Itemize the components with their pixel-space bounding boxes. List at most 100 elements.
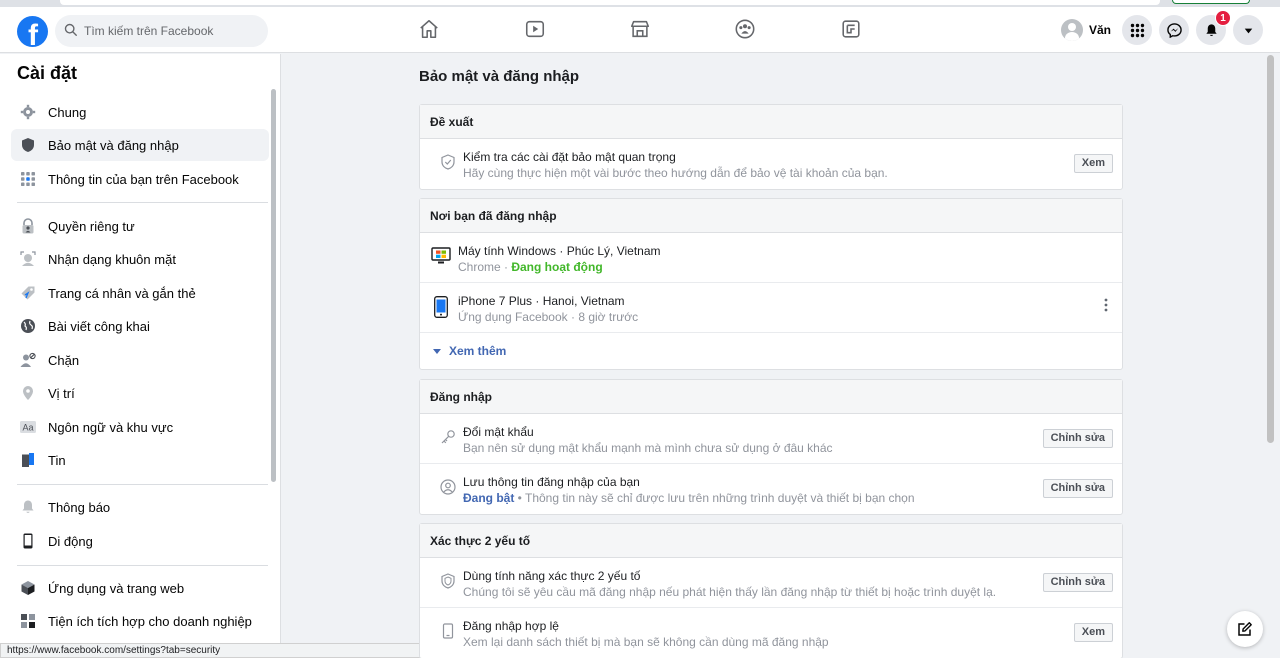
- login-card: Đăng nhập Đổi mật khẩu Bạn nên sử dụng m…: [419, 379, 1123, 515]
- sidebar-item-notifications[interactable]: Thông báo: [11, 491, 269, 523]
- sidebar-item-location[interactable]: Vị trí: [11, 377, 269, 409]
- card-header: Đề xuất: [420, 105, 1122, 139]
- sidebar-item-general[interactable]: Chung: [11, 96, 269, 128]
- browser-action-button[interactable]: [1172, 0, 1250, 4]
- browser-chrome-strip: [0, 0, 1280, 7]
- groups-icon[interactable]: [734, 18, 756, 40]
- page-scrollbar[interactable]: [1267, 55, 1274, 443]
- two-factor-card: Xác thực 2 yếu tố Dùng tính năng xác thự…: [419, 523, 1123, 658]
- facebook-logo[interactable]: f: [17, 16, 48, 47]
- sidebar-item-label: Trang cá nhân và gắn thẻ: [48, 285, 196, 301]
- device-title: iPhone 7 Plus · Hanoi, Vietnam: [458, 294, 625, 308]
- windows-desktop-icon: [431, 246, 451, 266]
- iphone-icon: [434, 296, 448, 318]
- language-aa-icon: Aa: [20, 419, 36, 435]
- sidebar-item-label: Tiện ích tích hợp cho doanh nghiệp: [48, 613, 252, 629]
- sidebar-item-label: Chung: [48, 104, 87, 120]
- menu-grid-button[interactable]: [1122, 15, 1152, 45]
- notification-badge: 1: [1215, 10, 1231, 26]
- sidebar-item-face-recognition[interactable]: Nhận dạng khuôn mặt: [11, 243, 269, 275]
- sidebar-divider: [17, 484, 268, 485]
- more-options-icon[interactable]: [1104, 297, 1108, 313]
- business-integration-icon: [20, 613, 36, 629]
- block-user-icon: [20, 352, 36, 368]
- menu-grid-icon: [1130, 23, 1144, 37]
- messenger-button[interactable]: [1159, 15, 1189, 45]
- browser-url-bar[interactable]: [60, 0, 1160, 5]
- gear-icon: [20, 104, 36, 120]
- row-subtitle: Đang bật • Thông tin này sẽ chỉ được lưu…: [463, 491, 915, 505]
- save-login-info-row: Lưu thông tin đăng nhập của bạn Đang bật…: [420, 464, 1122, 514]
- logo-letter: f: [28, 19, 38, 47]
- card-header: Đăng nhập: [420, 380, 1122, 414]
- sidebar-item-public-posts[interactable]: Bài viết công khai: [11, 310, 269, 342]
- marketplace-icon[interactable]: [629, 18, 651, 40]
- card-header: Xác thực 2 yếu tố: [420, 524, 1122, 558]
- edit-password-button[interactable]: Chỉnh sửa: [1042, 429, 1113, 448]
- sidebar-item-business-integrations[interactable]: Tiện ích tích hợp cho doanh nghiệp: [11, 605, 269, 637]
- sidebar-item-blocking[interactable]: Chặn: [11, 344, 269, 376]
- facebook-grid-icon: [20, 171, 36, 187]
- profile-chip[interactable]: Văn: [1061, 18, 1111, 42]
- status-on: Đang bật: [463, 491, 515, 505]
- device-icon: [440, 623, 456, 639]
- sidebar-item-label: Bài viết công khai: [48, 318, 150, 334]
- bell-icon: [1205, 23, 1217, 36]
- shield-icon: [20, 137, 36, 153]
- watch-icon[interactable]: [524, 18, 546, 40]
- search-icon: [64, 23, 78, 40]
- gaming-icon[interactable]: [840, 18, 862, 40]
- lock-person-icon: [20, 218, 36, 234]
- shield-check-icon: [440, 154, 456, 170]
- sidebar-item-apps-websites[interactable]: Ứng dụng và trang web: [11, 572, 269, 604]
- sidebar-item-stories[interactable]: Tin: [11, 444, 269, 476]
- cube-icon: [20, 580, 36, 596]
- device-subtitle: Chrome · Đang hoạt động: [458, 260, 603, 274]
- row-subtitle: Chúng tôi sẽ yêu cầu mã đăng nhập nếu ph…: [463, 585, 997, 599]
- search-box[interactable]: [55, 15, 268, 47]
- see-more-link[interactable]: Xem thêm: [420, 333, 1122, 369]
- key-icon: [440, 429, 456, 445]
- tag-icon: [20, 285, 36, 301]
- sidebar-item-label: Ứng dụng và trang web: [48, 580, 185, 596]
- row-title: Lưu thông tin đăng nhập của bạn: [463, 475, 640, 489]
- two-factor-row: Dùng tính năng xác thực 2 yếu tố Chúng t…: [420, 558, 1122, 608]
- sidebar-divider: [17, 202, 268, 203]
- edit-two-factor-button[interactable]: Chỉnh sửa: [1042, 573, 1113, 592]
- device-row[interactable]: Máy tính Windows · Phúc Lý, Vietnam Chro…: [420, 233, 1122, 283]
- caret-down-icon: [433, 348, 441, 354]
- new-message-button[interactable]: [1227, 611, 1263, 647]
- sidebar-item-your-facebook-info[interactable]: Thông tin của bạn trên Facebook: [11, 163, 269, 195]
- settings-sidebar: Cài đặt Chung Bảo mật và đăng nhập Thông…: [0, 54, 281, 658]
- profile-name: Văn: [1089, 23, 1112, 37]
- location-pin-icon: [20, 385, 36, 401]
- view-security-checkup-button[interactable]: Xem: [1073, 154, 1113, 173]
- sidebar-item-language-region[interactable]: Aa Ngôn ngữ và khu vực: [11, 411, 269, 443]
- edit-save-login-button[interactable]: Chỉnh sửa: [1042, 479, 1113, 498]
- authorized-logins-row: Đăng nhập hợp lệ Xem lại danh sách thiết…: [420, 608, 1122, 658]
- active-status: Đang hoạt động: [511, 260, 603, 274]
- sidebar-item-label: Thông báo: [48, 499, 111, 515]
- row-subtitle: Xem lại danh sách thiết bị mà bạn sẽ khô…: [463, 635, 829, 649]
- sidebar-item-profile-tagging[interactable]: Trang cá nhân và gắn thẻ: [11, 277, 269, 309]
- search-input[interactable]: [84, 24, 254, 38]
- row-title: Kiểm tra các cài đặt bảo mật quan trọng: [463, 150, 676, 164]
- sidebar-item-label: Ngôn ngữ và khu vực: [48, 419, 174, 435]
- messenger-icon: [1166, 22, 1182, 38]
- globe-icon: [20, 318, 36, 334]
- sidebar-item-label: Tin: [48, 452, 66, 468]
- device-row[interactable]: iPhone 7 Plus · Hanoi, Vietnam Ứng dụng …: [420, 283, 1122, 333]
- sidebar-divider: [17, 565, 268, 566]
- row-title: Đổi mật khẩu: [463, 425, 534, 439]
- home-icon[interactable]: [418, 18, 440, 40]
- security-checkup-row: Kiểm tra các cài đặt bảo mật quan trọng …: [420, 139, 1122, 189]
- row-subtitle-text: • Thông tin này sẽ chỉ được lưu trên nhữ…: [514, 491, 915, 505]
- avatar: [1061, 19, 1083, 41]
- sidebar-item-security[interactable]: Bảo mật và đăng nhập: [11, 129, 269, 161]
- view-authorized-logins-button[interactable]: Xem: [1073, 623, 1113, 642]
- sidebar-item-mobile[interactable]: Di động: [11, 525, 269, 557]
- face-id-icon: [20, 251, 36, 267]
- sidebar-scrollbar[interactable]: [271, 89, 276, 482]
- account-menu-button[interactable]: [1233, 15, 1263, 45]
- sidebar-item-privacy[interactable]: Quyền riêng tư: [11, 210, 269, 242]
